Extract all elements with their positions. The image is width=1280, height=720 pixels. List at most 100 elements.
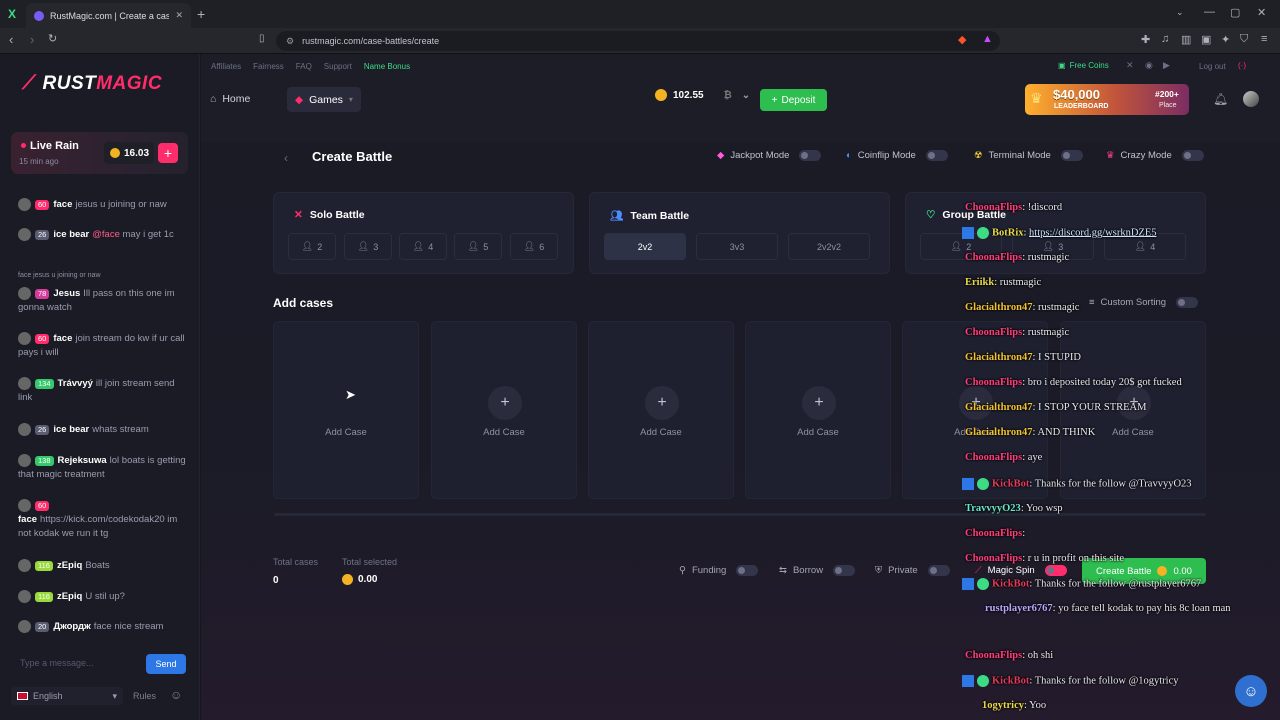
- extensions-icon[interactable]: ✚: [1141, 33, 1150, 46]
- chat-input[interactable]: Type a message...: [10, 654, 142, 674]
- solo-option-6[interactable]: 👤︎ 6: [510, 233, 558, 260]
- rain-tip-button[interactable]: +: [158, 143, 178, 163]
- send-button[interactable]: Send: [146, 654, 186, 674]
- tab-list-icon[interactable]: ⌄: [1176, 7, 1184, 18]
- chat-mention[interactable]: @face: [92, 229, 120, 240]
- vpn-icon[interactable]: ✦: [1221, 33, 1230, 46]
- add-case-slot[interactable]: + Add Case: [588, 321, 734, 499]
- wallet-icon[interactable]: ▣: [1201, 33, 1211, 46]
- close-tab-icon[interactable]: ✕: [175, 10, 183, 21]
- back-arrow-icon[interactable]: ‹: [284, 151, 288, 165]
- solo-option-4[interactable]: 👤︎ 4: [399, 233, 447, 260]
- url-field[interactable]: ⚙ rustmagic.com/case-battles/create: [276, 31, 1000, 51]
- magic-spin-option[interactable]: ⟋ Magic Spin: [975, 565, 1067, 576]
- team-option-2v2[interactable]: 2v2: [604, 233, 686, 260]
- mode-crazy[interactable]: ♛ Crazy Mode: [1106, 150, 1204, 161]
- reload-icon[interactable]: ↻: [48, 32, 57, 45]
- coinflip-toggle[interactable]: [925, 150, 948, 161]
- brave-shield-icon[interactable]: ◆: [958, 33, 966, 46]
- add-case-slot[interactable]: + Add Case: [431, 321, 577, 499]
- link-affiliates[interactable]: Affiliates: [211, 62, 241, 71]
- back-icon[interactable]: ‹: [9, 32, 13, 47]
- chat-username[interactable]: face: [53, 199, 72, 210]
- avatar[interactable]: [18, 620, 31, 633]
- kick-icon[interactable]: ▶: [1163, 60, 1170, 71]
- link-faq[interactable]: FAQ: [296, 62, 312, 71]
- shield-icon[interactable]: ⛉: [1240, 33, 1248, 46]
- stream-chat-link[interactable]: https://discord.gg/wsrknDZE5: [1029, 227, 1156, 238]
- avatar[interactable]: [18, 198, 31, 211]
- magic-spin-toggle[interactable]: [1044, 565, 1067, 576]
- avatar[interactable]: [18, 377, 31, 390]
- solo-option-3[interactable]: 👤︎ 3: [344, 233, 392, 260]
- link-name-bonus[interactable]: Name Bonus: [364, 62, 410, 71]
- solo-option-5[interactable]: 👤︎ 5: [454, 233, 502, 260]
- mode-terminal[interactable]: ☢ Terminal Mode: [974, 150, 1083, 161]
- nav-games[interactable]: ◆ Games ▾: [287, 87, 361, 112]
- new-tab-icon[interactable]: +: [197, 6, 205, 22]
- chat-username[interactable]: face: [18, 514, 37, 525]
- mode-jackpot[interactable]: ◆ Jackpot Mode: [717, 150, 822, 161]
- add-case-slot[interactable]: Add Case: [273, 321, 419, 499]
- leaderboard-banner[interactable]: ♛ $40,000 LEADERBOARD #200+ Place: [1025, 84, 1189, 115]
- minimize-icon[interactable]: —: [1204, 6, 1215, 18]
- team-option-2v2v2[interactable]: 2v2v2: [788, 233, 870, 260]
- sidebar-icon[interactable]: ▥: [1181, 33, 1191, 46]
- free-coins-link[interactable]: ▣ Free Coins: [1058, 61, 1109, 70]
- bookmark-icon[interactable]: ▯: [259, 33, 265, 44]
- twitter-icon[interactable]: ✕: [1126, 60, 1134, 71]
- emoji-icon[interactable]: ☺: [170, 688, 182, 702]
- chat-username[interactable]: zEpiq: [57, 560, 82, 571]
- chat-username[interactable]: Jesus: [53, 288, 80, 299]
- jackpot-toggle[interactable]: [799, 150, 822, 161]
- user-avatar[interactable]: [1243, 91, 1259, 107]
- funding-toggle[interactable]: [736, 565, 759, 576]
- chat-username[interactable]: Rejeksuwa: [58, 455, 107, 466]
- avatar[interactable]: [18, 228, 31, 241]
- avatar[interactable]: [18, 423, 31, 436]
- funding-option[interactable]: ⚲ Funding: [679, 565, 759, 576]
- link-fairness[interactable]: Fairness: [253, 62, 284, 71]
- close-window-icon[interactable]: ✕: [1257, 6, 1266, 19]
- custom-sorting[interactable]: ≡ Custom Sorting: [1089, 297, 1199, 308]
- language-select[interactable]: English ▾: [11, 687, 123, 705]
- balance-display[interactable]: 102.55 ₿ ⌄: [655, 89, 750, 101]
- solo-option-2[interactable]: 👤︎ 2: [288, 233, 336, 260]
- discord-icon[interactable]: ◉: [1145, 60, 1153, 71]
- chat-username[interactable]: Trávvyý: [58, 378, 93, 389]
- maximize-icon[interactable]: ▢: [1230, 6, 1240, 19]
- mode-coinflip[interactable]: ◐ Coinflip Mode: [846, 150, 948, 161]
- nav-home[interactable]: ⌂ Home: [210, 93, 250, 105]
- private-option[interactable]: ⛨ Private: [875, 565, 950, 576]
- music-icon[interactable]: ♫: [1161, 33, 1169, 45]
- borrow-toggle[interactable]: [833, 565, 856, 576]
- add-case-slot[interactable]: + Add Case: [745, 321, 891, 499]
- browser-tab[interactable]: RustMagic.com | Create a case b ✕: [26, 3, 191, 28]
- notification-bell-icon[interactable]: 🔔︎: [1213, 92, 1228, 106]
- terminal-toggle[interactable]: [1060, 150, 1083, 161]
- avatar[interactable]: [18, 332, 31, 345]
- site-logo[interactable]: ⟋ RUST MAGIC: [22, 72, 162, 95]
- team-battle-panel[interactable]: 👥︎ Team Battle 2v2 3v3 2v2v2: [589, 192, 890, 274]
- menu-icon[interactable]: ≡: [1261, 33, 1267, 45]
- brave-rewards-icon[interactable]: ▲: [982, 33, 993, 45]
- logout-link[interactable]: Log out: [1199, 62, 1226, 71]
- avatar[interactable]: [18, 499, 31, 512]
- team-option-3v3[interactable]: 3v3: [696, 233, 778, 260]
- chat-username[interactable]: Джордж: [53, 621, 90, 632]
- case-scrollbar[interactable]: [274, 513, 1206, 516]
- forward-icon[interactable]: ›: [30, 32, 34, 47]
- chat-username[interactable]: ice bear: [53, 424, 89, 435]
- solo-battle-panel[interactable]: ✕ Solo Battle 👤︎ 2 👤︎ 3 👤︎ 4 👤︎ 5 👤︎ 6: [273, 192, 574, 274]
- private-toggle[interactable]: [927, 565, 950, 576]
- chat-username[interactable]: ice bear: [53, 229, 89, 240]
- crazy-toggle[interactable]: [1181, 150, 1204, 161]
- borrow-option[interactable]: ⇆ Borrow: [779, 565, 856, 576]
- avatar[interactable]: [18, 454, 31, 467]
- chat-username[interactable]: zEpiq: [57, 591, 82, 602]
- avatar[interactable]: [18, 590, 31, 603]
- rules-link[interactable]: Rules: [133, 691, 156, 701]
- custom-sorting-toggle[interactable]: [1176, 297, 1199, 308]
- avatar[interactable]: [18, 559, 31, 572]
- chat-username[interactable]: face: [53, 333, 72, 344]
